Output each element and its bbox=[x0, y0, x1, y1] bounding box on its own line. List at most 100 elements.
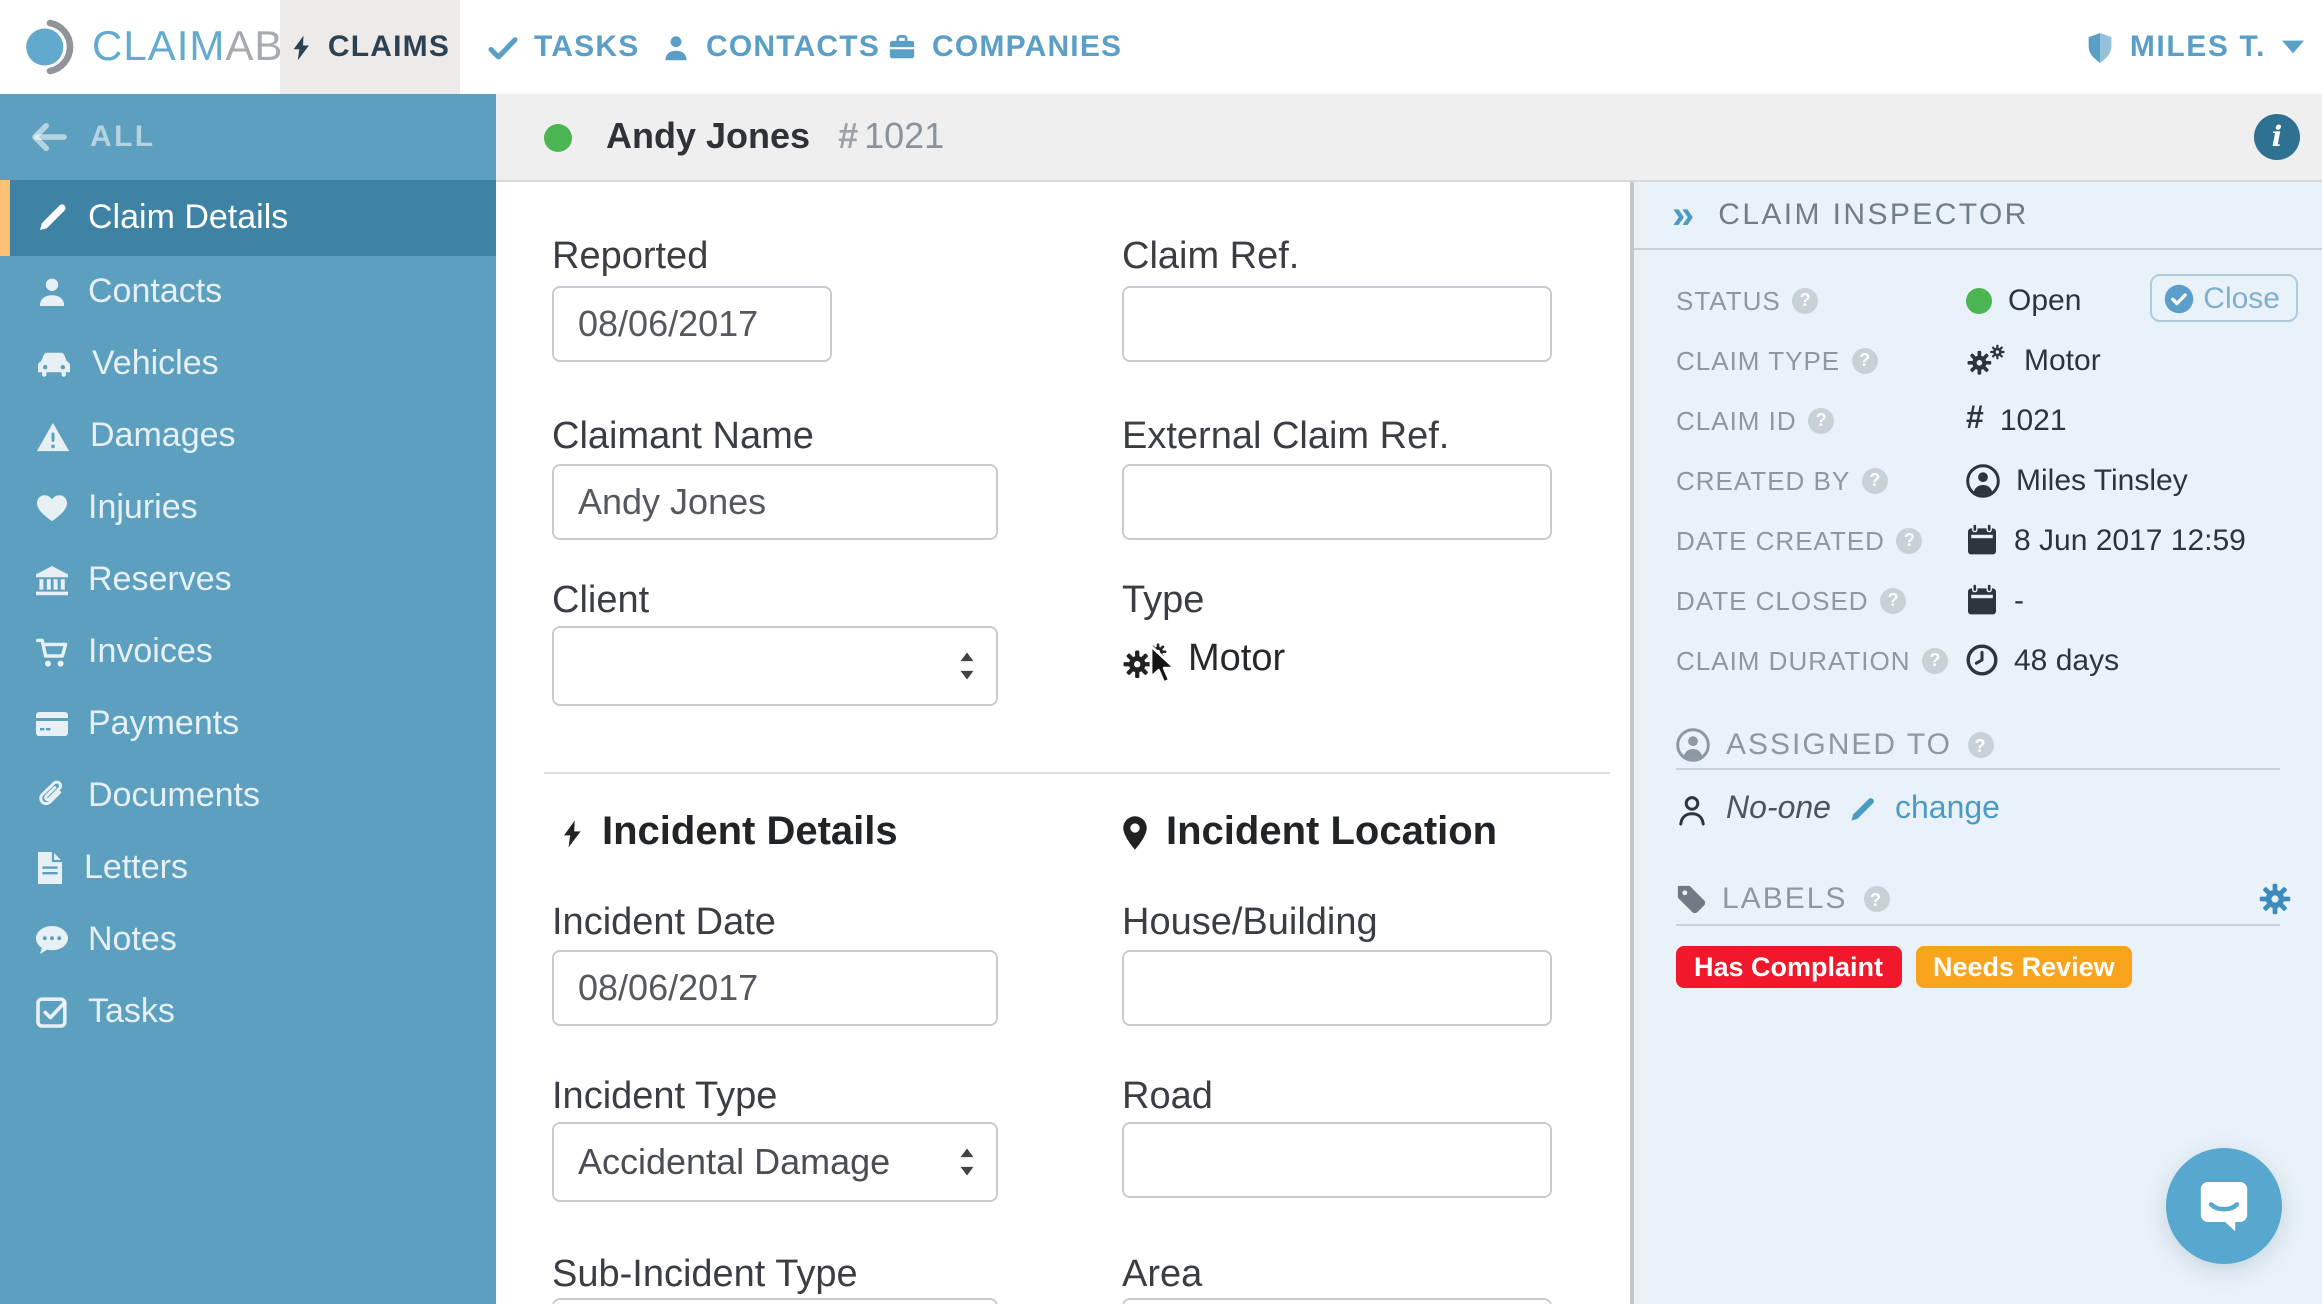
claim-type-row: CLAIM TYPE ? Motor bbox=[1676, 330, 2298, 390]
check-circle-icon bbox=[2163, 283, 2193, 313]
reported-label: Reported bbox=[552, 236, 709, 278]
claimant-name: Andy Jones bbox=[606, 116, 811, 156]
sidebar-item-documents[interactable]: Documents bbox=[0, 760, 496, 832]
external-claim-ref-input[interactable] bbox=[1122, 464, 1552, 540]
incident-type-select[interactable]: Accidental Damage bbox=[552, 1122, 998, 1202]
briefcase-icon bbox=[888, 34, 916, 60]
label-has-complaint[interactable]: Has Complaint bbox=[1676, 946, 1902, 988]
reported-input[interactable] bbox=[552, 286, 832, 362]
claim-details-form: Reported Claim Ref. Claimant Name Extern… bbox=[496, 182, 1630, 1304]
tab-companies[interactable]: COMPANIES bbox=[888, 0, 1122, 94]
sidebar-item-label: Damages bbox=[90, 416, 236, 454]
sidebar-item-label: Contacts bbox=[88, 272, 223, 310]
back-arrow-icon bbox=[30, 122, 68, 152]
claim-inspector-header: » CLAIM INSPECTOR bbox=[1634, 182, 2322, 250]
labels-list: Has Complaint Needs Review bbox=[1676, 946, 2133, 988]
claim-id-value-text: 1021 bbox=[1999, 403, 2067, 437]
date-closed-value: - bbox=[1966, 583, 2024, 617]
chevron-down-icon bbox=[2282, 40, 2304, 54]
gears-icon bbox=[1966, 344, 2008, 376]
tab-tasks[interactable]: TASKS bbox=[488, 0, 639, 94]
status-value-text: Open bbox=[2008, 283, 2082, 317]
shield-icon bbox=[2086, 31, 2114, 63]
hash-icon: # bbox=[1966, 402, 1984, 436]
date-closed-label: DATE CLOSED ? bbox=[1676, 585, 1966, 615]
car-icon bbox=[36, 350, 72, 378]
sidebar-item-payments[interactable]: Payments bbox=[0, 688, 496, 760]
help-icon[interactable]: ? bbox=[1896, 527, 1923, 553]
open-status-dot bbox=[544, 123, 572, 151]
assigned-to-title: ASSIGNED TO bbox=[1726, 728, 1952, 762]
help-icon[interactable]: ? bbox=[1967, 732, 1994, 758]
check-square-icon bbox=[36, 996, 68, 1028]
date-created-row: DATE CREATED ? 8 Jun 2017 12:59 bbox=[1676, 510, 2298, 570]
sidebar-item-label: Tasks bbox=[88, 992, 175, 1030]
road-input[interactable] bbox=[1122, 1122, 1552, 1198]
incident-details-heading: Incident Details bbox=[560, 810, 898, 856]
sidebar-item-damages[interactable]: Damages bbox=[0, 400, 496, 472]
gear-icon[interactable] bbox=[2258, 882, 2292, 916]
help-icon[interactable]: ? bbox=[1880, 587, 1907, 613]
sidebar-item-label: Notes bbox=[88, 920, 177, 958]
sidebar-item-label: Reserves bbox=[88, 560, 232, 598]
sidebar-back-all[interactable]: ALL bbox=[0, 94, 496, 180]
help-icon[interactable]: ? bbox=[1863, 886, 1890, 912]
claim-id-label: CLAIM ID ? bbox=[1676, 405, 1966, 435]
heart-icon bbox=[36, 494, 68, 522]
chat-widget-button[interactable] bbox=[2166, 1148, 2282, 1264]
top-nav: CLAIMABLE CLAIMS TASKS CONTACTS COMPANIE… bbox=[0, 0, 2322, 94]
collapse-chevrons-icon[interactable]: » bbox=[1672, 195, 1694, 235]
sidebar-item-notes[interactable]: Notes bbox=[0, 904, 496, 976]
help-icon[interactable]: ? bbox=[1922, 647, 1949, 673]
sidebar-item-label: Payments bbox=[88, 704, 240, 742]
sidebar-item-claim-details[interactable]: Claim Details bbox=[0, 180, 496, 256]
date-closed-row: DATE CLOSED ? - bbox=[1676, 570, 2298, 630]
help-icon[interactable]: ? bbox=[1792, 287, 1819, 313]
sub-incident-type-input[interactable] bbox=[552, 1298, 998, 1304]
house-building-input[interactable] bbox=[1122, 950, 1552, 1026]
help-icon[interactable]: ? bbox=[1862, 467, 1889, 493]
calendar-icon bbox=[1966, 584, 1998, 616]
incident-details-title: Incident Details bbox=[602, 810, 898, 854]
label-needs-review[interactable]: Needs Review bbox=[1915, 946, 2133, 988]
help-icon[interactable]: ? bbox=[1852, 347, 1879, 373]
labels-header: LABELS ? bbox=[1676, 882, 2292, 916]
close-claim-button[interactable]: Close bbox=[2149, 274, 2298, 322]
tab-contacts[interactable]: CONTACTS bbox=[662, 0, 880, 94]
sidebar-item-label: Invoices bbox=[88, 632, 213, 670]
info-icon[interactable]: i bbox=[2254, 114, 2300, 160]
area-label: Area bbox=[1122, 1254, 1203, 1296]
sidebar-item-tasks[interactable]: Tasks bbox=[0, 976, 496, 1048]
created-by-value-text: Miles Tinsley bbox=[2016, 463, 2188, 497]
claim-ref-input[interactable] bbox=[1122, 286, 1552, 362]
sidebar-item-invoices[interactable]: Invoices bbox=[0, 616, 496, 688]
tab-contacts-label: CONTACTS bbox=[706, 30, 881, 64]
user-menu[interactable]: MILES T. bbox=[2086, 0, 2304, 94]
divider bbox=[1676, 924, 2280, 926]
incident-type-label: Incident Type bbox=[552, 1076, 778, 1118]
tag-icon bbox=[1676, 884, 1706, 914]
sidebar-item-letters[interactable]: Letters bbox=[0, 832, 496, 904]
tab-claims[interactable]: CLAIMS bbox=[280, 0, 460, 94]
cart-icon bbox=[36, 637, 68, 667]
change-assignee-link[interactable]: change bbox=[1895, 792, 2000, 828]
sidebar-item-label: Claim Details bbox=[88, 198, 289, 236]
claimant-name-input[interactable] bbox=[552, 464, 998, 540]
client-select[interactable] bbox=[552, 626, 998, 706]
sub-incident-type-label: Sub-Incident Type bbox=[552, 1254, 858, 1296]
help-icon[interactable]: ? bbox=[1808, 407, 1835, 433]
sidebar-item-contacts[interactable]: Contacts bbox=[0, 256, 496, 328]
document-icon bbox=[36, 852, 64, 884]
incident-date-input[interactable] bbox=[552, 950, 998, 1026]
area-input[interactable] bbox=[1122, 1298, 1552, 1304]
person-icon bbox=[36, 276, 68, 308]
sidebar-item-reserves[interactable]: Reserves bbox=[0, 544, 496, 616]
created-by-label-text: CREATED BY bbox=[1676, 465, 1851, 495]
road-label: Road bbox=[1122, 1076, 1213, 1118]
sidebar-item-vehicles[interactable]: Vehicles bbox=[0, 328, 496, 400]
divider bbox=[1676, 768, 2280, 770]
person-circle-icon bbox=[1676, 728, 1710, 762]
type-label: Type bbox=[1122, 580, 1205, 622]
sidebar-item-injuries[interactable]: Injuries bbox=[0, 472, 496, 544]
claim-id: 1021 bbox=[864, 116, 945, 156]
